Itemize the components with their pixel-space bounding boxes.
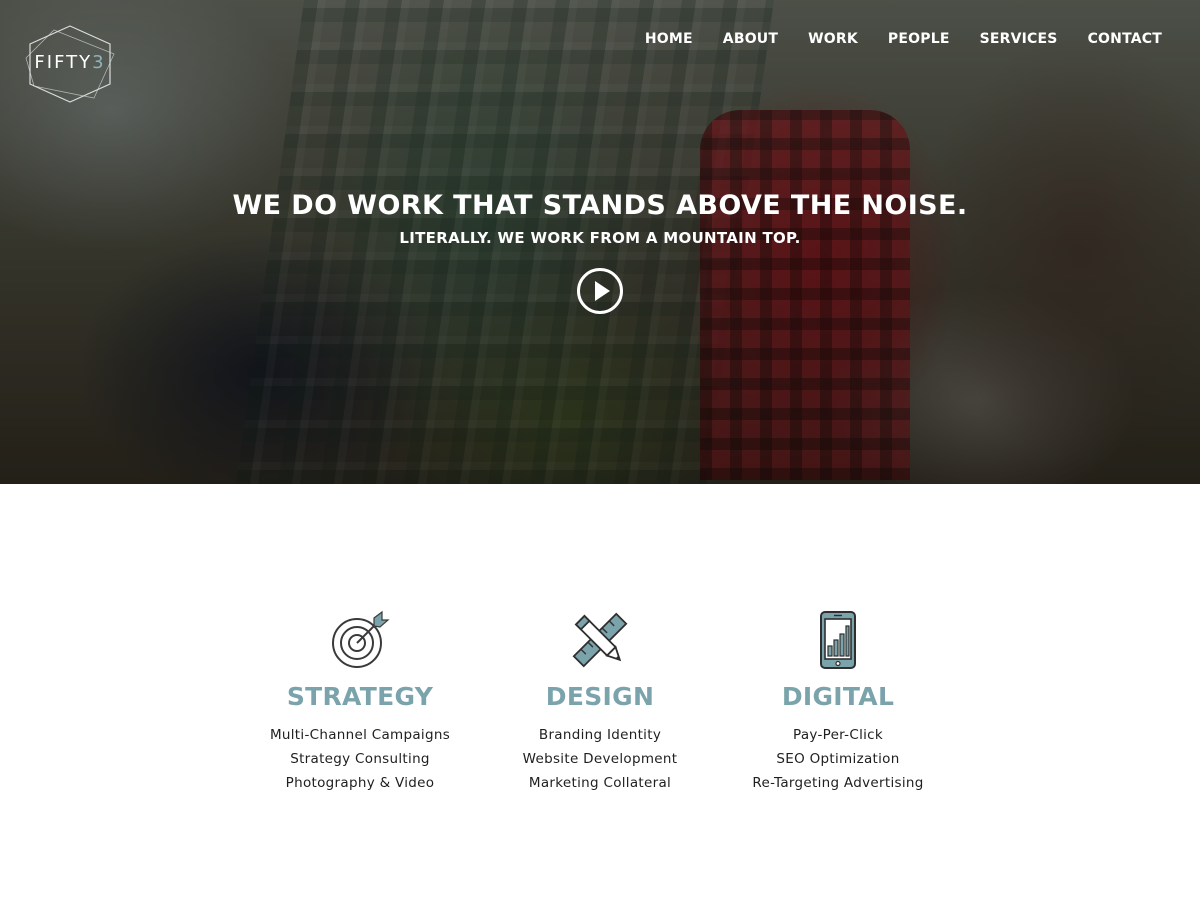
service-list-item: Branding Identity <box>538 727 662 743</box>
services-section: STRATEGY Multi-Channel Campaigns Strateg… <box>0 484 1200 900</box>
service-list-item: Website Development <box>522 751 678 767</box>
service-list: Pay-Per-Click SEO Optimization Re-Target… <box>718 723 958 795</box>
service-strategy: STRATEGY Multi-Channel Campaigns Strateg… <box>240 610 480 795</box>
service-title: DIGITAL <box>781 682 895 711</box>
service-list-item: Pay-Per-Click <box>792 727 884 743</box>
play-circle-icon[interactable] <box>576 267 624 315</box>
service-list-item: SEO Optimization <box>776 751 900 767</box>
service-list: Multi-Channel Campaigns Strategy Consult… <box>240 723 480 795</box>
service-list-item: Strategy Consulting <box>290 751 430 767</box>
nav-item-services[interactable]: SERVICES <box>980 31 1058 47</box>
logo-text: FIFTY3 <box>34 52 106 73</box>
service-digital: DIGITAL Pay-Per-Click SEO Optimization R… <box>718 610 958 795</box>
logo[interactable]: FIFTY3 <box>24 24 116 104</box>
hero-subline: LITERALLY. WE WORK FROM A MOUNTAIN TOP. <box>399 229 801 247</box>
service-title: STRATEGY <box>286 682 434 711</box>
service-list: Branding Identity Website Development Ma… <box>480 723 720 795</box>
service-title: DESIGN <box>545 682 655 711</box>
hero-section: FIFTY3 HOME ABOUT WORK PEOPLE SERVICES C… <box>0 0 1200 484</box>
service-list-item: Marketing Collateral <box>528 775 672 791</box>
service-list-item: Multi-Channel Campaigns <box>269 727 451 743</box>
mobile-chart-icon <box>820 611 856 669</box>
hero-headline: WE DO WORK THAT STANDS ABOVE THE NOISE. <box>232 190 968 221</box>
main-nav: HOME ABOUT WORK PEOPLE SERVICES CONTACT <box>645 31 1162 47</box>
nav-item-work[interactable]: WORK <box>808 31 858 47</box>
service-list-item: Re-Targeting Advertising <box>752 775 924 791</box>
nav-item-contact[interactable]: CONTACT <box>1088 31 1162 47</box>
nav-item-about[interactable]: ABOUT <box>723 31 778 47</box>
nav-item-people[interactable]: PEOPLE <box>888 31 950 47</box>
nav-item-home[interactable]: HOME <box>645 31 693 47</box>
service-design: DESIGN Branding Identity Website Develop… <box>480 610 720 795</box>
target-icon <box>332 610 390 668</box>
service-list-item: Photography & Video <box>285 775 435 791</box>
pencil-ruler-icon <box>572 612 628 668</box>
